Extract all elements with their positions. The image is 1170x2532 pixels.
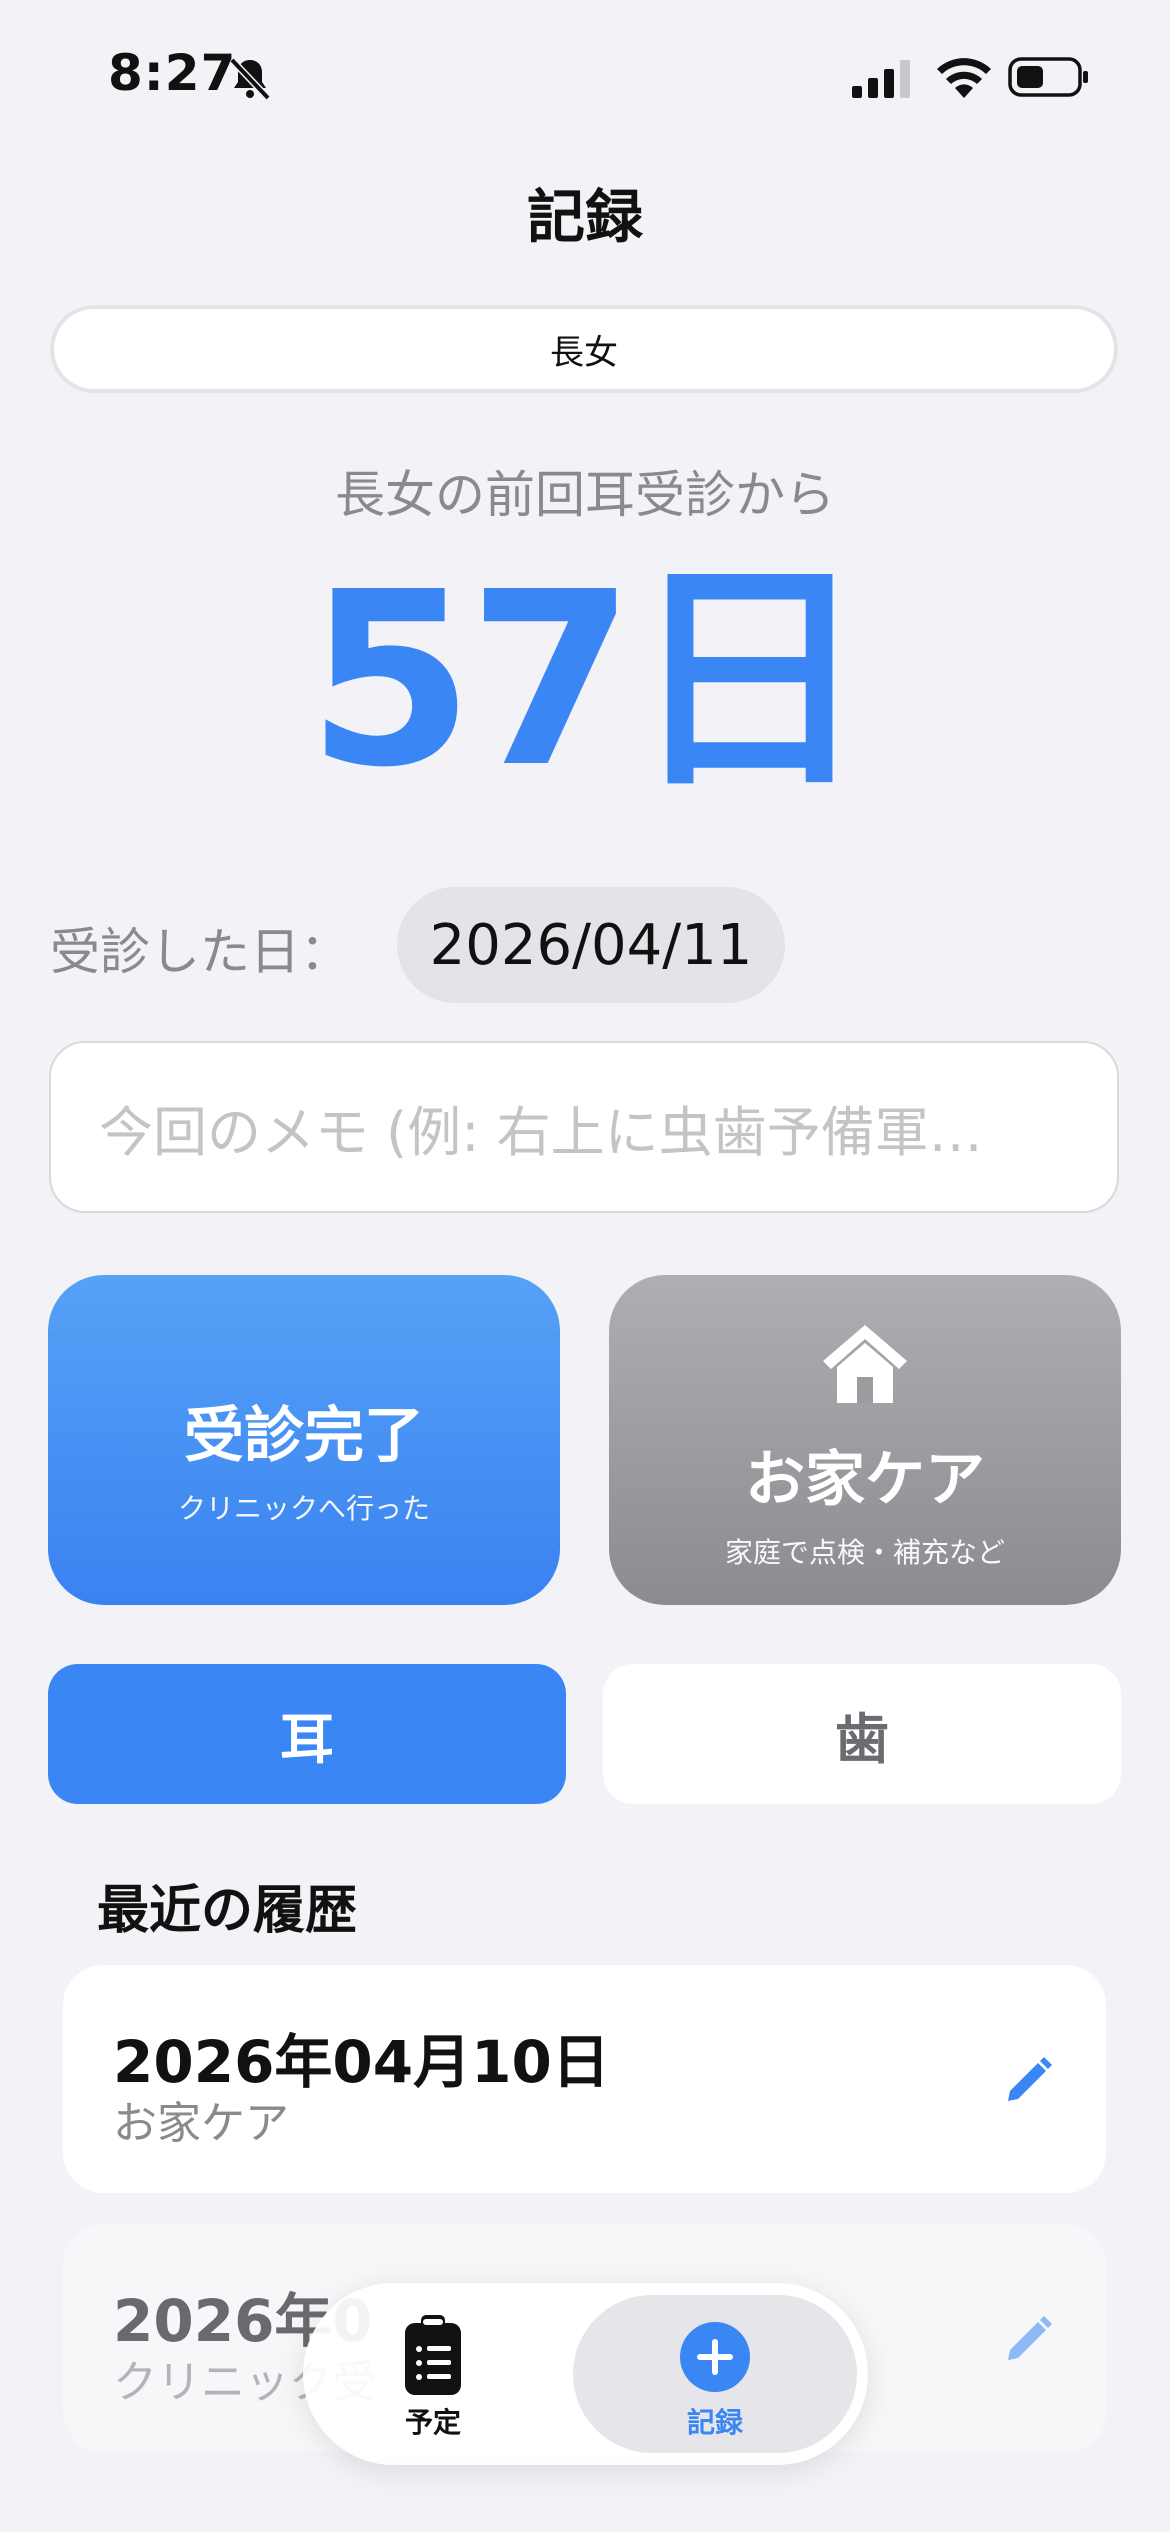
home-care-subtitle: 家庭で点検・補充など	[724, 1536, 1005, 1569]
pencil-icon[interactable]	[1000, 2312, 1056, 2368]
wifi-icon	[937, 58, 991, 98]
home-care-title: お家ケア	[745, 1445, 985, 1515]
history-heading: 最近の履歴	[97, 1881, 358, 1941]
cellular-signal-icon	[852, 60, 910, 98]
tab-bar: 予定 記録	[303, 2283, 868, 2465]
category-tooth-button[interactable]: 歯	[603, 1664, 1121, 1804]
tab-record[interactable]: 記録	[603, 2283, 827, 2465]
status-time: 8:27	[108, 44, 237, 102]
page-title: 記録	[526, 183, 643, 251]
visit-complete-button[interactable]: 受診完了 クリニックへ行った	[48, 1275, 560, 1605]
plus-circle-icon	[680, 2322, 750, 2392]
battery-icon	[1008, 57, 1088, 97]
visit-complete-subtitle: クリニックへ行った	[177, 1492, 430, 1525]
bell-slash-icon	[229, 57, 271, 101]
memo-placeholder: 今回のメモ (例: 右上に虫歯予備軍…	[99, 1100, 983, 1164]
category-ear-label: 耳	[280, 1707, 334, 1771]
tab-schedule-label: 予定	[404, 2406, 461, 2439]
history-row[interactable]: 2026年04月10日 お家ケア	[63, 1965, 1106, 2193]
clipboard-list-icon	[405, 2315, 461, 2395]
memo-input[interactable]: 今回のメモ (例: 右上に虫歯予備軍…	[49, 1041, 1119, 1213]
tab-schedule[interactable]: 予定	[343, 2283, 523, 2465]
visit-complete-title: 受診完了	[184, 1401, 424, 1471]
since-last-visit-label: 長女の前回耳受診から	[335, 466, 835, 524]
category-tooth-label: 歯	[835, 1707, 889, 1771]
visit-date-label: 受診した日：	[50, 923, 350, 981]
visit-date-picker[interactable]: 2026/04/11	[397, 887, 785, 1003]
tab-record-label: 記録	[686, 2406, 743, 2439]
child-selector-label: 長女	[550, 332, 618, 373]
pencil-icon[interactable]	[1000, 2053, 1056, 2109]
home-care-button[interactable]: お家ケア 家庭で点検・補充など	[609, 1275, 1121, 1605]
visit-date-value: 2026/04/11	[429, 912, 753, 978]
house-icon	[823, 1325, 907, 1403]
days-since-count: 57日	[307, 540, 869, 820]
child-selector[interactable]: 長女	[50, 305, 1118, 393]
history-type: お家ケア	[113, 2098, 289, 2149]
category-ear-button[interactable]: 耳	[48, 1664, 566, 1804]
